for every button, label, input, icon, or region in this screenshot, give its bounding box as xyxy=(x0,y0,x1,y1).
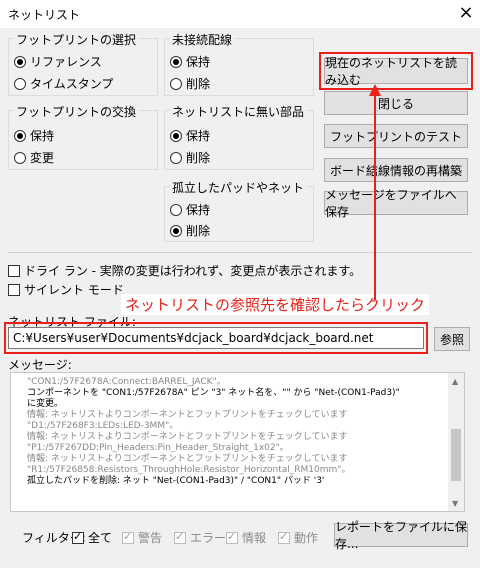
close-icon[interactable]: × xyxy=(455,2,477,24)
checkbox-checked-icon xyxy=(122,530,134,544)
radio-selected-icon xyxy=(170,129,182,142)
radio-icon xyxy=(170,151,182,164)
radio-selected-icon xyxy=(14,55,26,68)
radio-selected-icon xyxy=(170,55,182,68)
fp-select-label: フットプリントの選択 xyxy=(14,31,139,48)
annotation-arrow xyxy=(369,84,381,300)
close-button[interactable]: 閉じる xyxy=(324,91,468,115)
checkbox-checked-icon xyxy=(226,530,238,544)
scroll-thumb[interactable] xyxy=(451,429,461,481)
silent-mode-checkbox[interactable]: サイレント モード xyxy=(8,281,124,298)
filter-error-checkbox: エラー xyxy=(174,529,226,546)
radio-icon xyxy=(14,151,26,164)
message-line: "R1:/57F26858:Resistors_ThroughHole:Resi… xyxy=(27,465,351,475)
browse-button[interactable]: 参照 xyxy=(434,327,470,351)
checkbox-checked-icon xyxy=(72,530,84,544)
radio-missing-delete[interactable]: 削除 xyxy=(170,149,210,166)
messages-scrollbar[interactable]: ▲ ▼ xyxy=(448,373,464,511)
messages-textbox[interactable]: "CON1:/57F2678A:Connect:BARREL_JACK"。 コン… xyxy=(10,372,465,512)
unconnected-label: 未接続配線 xyxy=(170,31,235,48)
message-line: 情報: ネットリストよりコンポーネントとフットプリントをチェックしています xyxy=(27,454,348,464)
checkbox-checked-icon xyxy=(174,530,186,544)
filter-warning-checkbox: 警告 xyxy=(122,529,162,546)
radio-icon xyxy=(14,77,26,90)
save-report-button[interactable]: レポートをファイルに保存... xyxy=(334,520,468,551)
radio-icon xyxy=(170,77,182,90)
message-line: "D1:/57F268F3:LEDs:LED-3MM"。 xyxy=(27,421,179,431)
highlight-read-button xyxy=(319,52,473,90)
rebuild-ratsnest-button[interactable]: ボード結線情報の再構築 xyxy=(324,158,468,182)
scroll-up-icon[interactable]: ▲ xyxy=(452,377,458,386)
radio-icon xyxy=(170,203,182,216)
highlight-netlist-file xyxy=(4,322,428,354)
fp-exchange-label: フットプリントの交換 xyxy=(14,103,139,120)
test-footprint-button[interactable]: フットプリントのテスト xyxy=(324,124,468,148)
radio-selected-icon xyxy=(14,129,26,142)
radio-isolated-delete[interactable]: 削除 xyxy=(170,222,210,239)
checkbox-icon xyxy=(8,283,20,296)
window-title: ネットリスト xyxy=(8,8,81,22)
message-line: 情報: ネットリストよりコンポーネントとフットプリントをチェックしています xyxy=(27,432,348,442)
radio-exchange-keep[interactable]: 保持 xyxy=(14,127,54,144)
divider xyxy=(8,252,472,253)
radio-timestamp[interactable]: タイムスタンプ xyxy=(14,75,113,92)
filter-all-checkbox[interactable]: 全て xyxy=(72,529,112,546)
radio-isolated-keep[interactable]: 保持 xyxy=(170,201,210,218)
radio-unconnected-delete[interactable]: 削除 xyxy=(170,75,210,92)
scroll-down-icon[interactable]: ▼ xyxy=(452,499,458,508)
message-line: "P1:/57F267DD:Pin_Headers:Pin_Header_Str… xyxy=(27,443,289,453)
message-line: 情報: ネットリストよりコンポーネントとフットプリントをチェックしています xyxy=(27,410,348,420)
messages-label: メッセージ: xyxy=(8,358,72,372)
radio-reference[interactable]: リファレンス xyxy=(14,53,102,70)
filter-info-checkbox: 情報 xyxy=(226,529,266,546)
checkbox-icon xyxy=(8,264,20,277)
dry-run-checkbox[interactable]: ドライ ラン - 実際の変更は行われず、変更点が表示されます。 xyxy=(8,262,361,279)
radio-exchange-change[interactable]: 変更 xyxy=(14,149,54,166)
save-messages-button[interactable]: メッセージをファイルへ保存 xyxy=(324,188,468,219)
message-line: "CON1:/57F2678A:Connect:BARREL_JACK"。 xyxy=(27,377,226,387)
missing-parts-label: ネットリストに無い部品 xyxy=(170,103,307,120)
message-line: 孤立したパッドを削除: ネット "Net-(CON1-Pad3)" / "CON… xyxy=(27,476,325,486)
filter-action-checkbox: 動作 xyxy=(278,529,318,546)
radio-selected-icon xyxy=(170,224,182,237)
radio-missing-keep[interactable]: 保持 xyxy=(170,127,210,144)
checkbox-checked-icon xyxy=(278,530,290,544)
message-line: に変更。 xyxy=(27,399,64,409)
radio-unconnected-keep[interactable]: 保持 xyxy=(170,53,210,70)
isolated-label: 孤立したパッドやネット xyxy=(170,179,307,196)
message-line: コンポーネントを "CON1:/57F2678A" ピン "3" ネット名を、"… xyxy=(27,388,400,398)
